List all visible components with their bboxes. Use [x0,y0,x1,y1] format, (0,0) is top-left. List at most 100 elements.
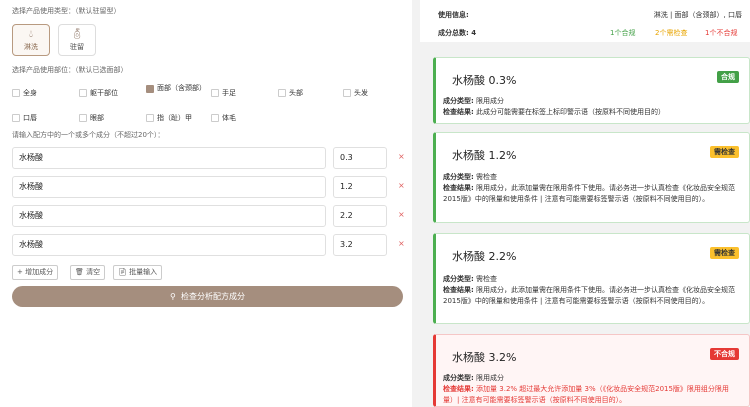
result-label: 检查结果: [443,385,474,393]
checkbox[interactable] [211,89,219,97]
part-label-text: 躯干部位 [90,89,118,97]
result-card: 水杨酸 3.2% 不合规 成分类型: 限用成分 检查结果: 添加量 3.2% 超… [433,334,750,407]
result-body: 成分类型: 限用成分 检查结果: 添加量 3.2% 超过最大允许添加量 3%（《… [443,373,743,406]
summary-box: 使用信息: 淋洗 | 面部（含颈部）, 口唇 成分总数: 4 1个合规 2个需检… [420,0,750,42]
status-badge: 需检查 [710,247,739,259]
type-leave-on-button[interactable]: 🧴︎ 驻留 [58,24,96,56]
result-card: 水杨酸 0.3% 合规 成分类型: 限用成分 检查结果: 此成分可能需要在标签上… [433,57,750,124]
result-body: 成分类型: 需检查 检查结果: 限用成分，此添加量需在限用条件下使用。请必务进一… [443,172,743,205]
type-value: 限用成分 [476,374,505,382]
checkbox[interactable] [79,89,87,97]
delete-icon[interactable]: × [398,152,405,161]
result-value: 添加量 3.2% 超过最大允许添加量 3%（《化妆品安全规范2015版》限用组分… [443,385,729,404]
type-leave-on-label: 驻留 [70,43,84,51]
part-checkbox-head[interactable]: 头部 [278,88,303,98]
checkbox-checked[interactable] [146,85,154,93]
ingredient-name-input[interactable]: 水杨酸 [12,234,326,256]
part-label-text: 手足 [222,89,236,97]
part-checkbox-nails[interactable]: 指（趾）甲 [146,113,192,123]
result-ingredient-name: 水杨酸 0.3% [452,74,517,87]
results-panel: 使用信息: 淋洗 | 面部（含颈部）, 口唇 成分总数: 4 1个合规 2个需检… [420,0,750,407]
checkbox[interactable] [278,89,286,97]
part-checkbox-face[interactable]: 面部（含颈部） [146,84,206,93]
type-rinse-button[interactable]: 💧︎ 淋洗 [12,24,50,56]
checkbox[interactable] [12,89,20,97]
part-label-text: 全身 [23,89,37,97]
ingredient-name-input[interactable]: 水杨酸 [12,205,326,227]
type-label: 成分类型: [443,97,474,105]
result-value: 限用成分，此添加量需在限用条件下使用。请必务进一步认真检查《化妆品安全规范201… [443,184,736,203]
type-value: 限用成分 [476,97,505,105]
trash-icon: 🗑︎ [75,268,84,276]
result-card: 水杨酸 1.2% 需检查 成分类型: 需检查 检查结果: 限用成分，此添加量需在… [433,132,750,223]
part-checkbox-hair[interactable]: 头发 [343,88,368,98]
status-badge: 需检查 [710,146,739,158]
ingredient-amount-input[interactable]: 0.3 [333,147,387,169]
part-label-text: 头发 [354,89,368,97]
bad-count: 1个不合规 [705,29,738,37]
warn-count: 2个需检查 [655,29,688,37]
ingredient-label: 请输入配方中的一个或多个成分（不超过20个）： [12,131,165,139]
result-ingredient-name: 水杨酸 2.2% [452,250,517,263]
document-icon: 📄︎ [118,268,127,276]
ingredient-name-input[interactable]: 水杨酸 [12,147,326,169]
analyze-label: 检查分析配方成分 [180,292,245,301]
type-value: 需检查 [476,173,498,181]
droplet-icon: 💧︎ [29,29,33,40]
result-body: 成分类型: 限用成分 检查结果: 此成分可能需要在标签上标印警示语（按原料不同使… [443,96,743,118]
delete-icon[interactable]: × [398,239,405,248]
part-label-text: 头部 [289,89,303,97]
checkbox[interactable] [146,114,154,122]
delete-icon[interactable]: × [398,210,405,219]
type-label: 选择产品使用类型：（默认驻留型） [12,7,121,15]
status-badge: 合规 [717,71,739,83]
part-label-text: 体毛 [222,114,236,122]
clear-label: 清空 [86,268,101,276]
add-ingredient-button[interactable]: + 增加成分 [12,265,59,280]
checkbox[interactable] [211,114,219,122]
result-body: 成分类型: 需检查 检查结果: 限用成分，此添加量需在限用条件下使用。请必务进一… [443,274,743,307]
result-card: 水杨酸 2.2% 需检查 成分类型: 需检查 检查结果: 限用成分，此添加量需在… [433,233,750,324]
type-label: 成分类型: [443,173,474,181]
type-rinse-label: 淋洗 [24,43,38,51]
batch-input-button[interactable]: 📄︎ 批量输入 [113,265,163,280]
clear-button[interactable]: 🗑︎ 清空 [70,265,106,280]
search-icon: ⚲ [170,292,176,301]
bottle-icon: 🧴︎ [70,29,84,40]
result-label: 检查结果: [443,184,474,192]
total-count: 成分总数: 4 [438,29,477,37]
part-checkbox-lips[interactable]: 口唇 [12,113,37,123]
part-checkbox-trunk[interactable]: 躯干部位 [79,88,118,98]
usage-label: 使用信息: [438,11,469,19]
result-value: 限用成分，此添加量需在限用条件下使用。请必务进一步认真检查《化妆品安全规范201… [443,286,736,305]
part-checkbox-body[interactable]: 全身 [12,88,37,98]
part-checkbox-hands-feet[interactable]: 手足 [211,88,236,98]
delete-icon[interactable]: × [398,181,405,190]
result-value: 此成分可能需要在标签上标印警示语（按原料不同使用目的） [476,108,666,116]
part-label-text: 眼部 [90,114,104,122]
result-label: 检查结果: [443,108,474,116]
ingredient-amount-input[interactable]: 2.2 [333,205,387,227]
type-value: 需检查 [476,275,498,283]
checkbox[interactable] [343,89,351,97]
result-ingredient-name: 水杨酸 1.2% [452,149,517,162]
status-badge: 不合规 [710,348,739,360]
ingredient-name-input[interactable]: 水杨酸 [12,176,326,198]
part-label-text: 口唇 [23,114,37,122]
part-label-text: 指（趾）甲 [157,114,192,122]
ingredient-amount-input[interactable]: 1.2 [333,176,387,198]
part-label-text: 面部（含颈部） [157,84,206,92]
part-checkbox-body-hair[interactable]: 体毛 [211,113,236,123]
usage-value: 淋洗 | 面部（含颈部）, 口唇 [653,11,742,19]
checkbox[interactable] [79,114,87,122]
type-label: 成分类型: [443,374,474,382]
result-ingredient-name: 水杨酸 3.2% [452,351,517,364]
batch-label: 批量输入 [129,268,158,276]
ingredient-amount-input[interactable]: 3.2 [333,234,387,256]
ok-count: 1个合规 [610,29,636,37]
form-panel: 选择产品使用类型：（默认驻留型） 💧︎ 淋洗 🧴︎ 驻留 选择产品使用部位：（默… [0,0,412,407]
part-checkbox-eyes[interactable]: 眼部 [79,113,104,123]
part-label: 选择产品使用部位：（默认已选面部） [12,66,128,74]
checkbox[interactable] [12,114,20,122]
analyze-button[interactable]: ⚲ 检查分析配方成分 [12,286,403,307]
